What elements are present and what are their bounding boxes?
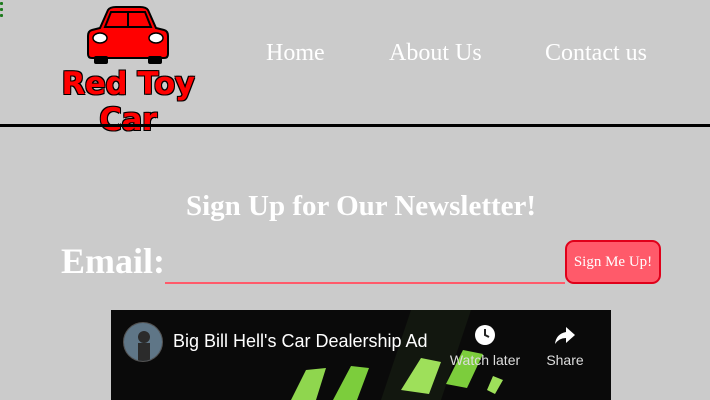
nav-contact-us[interactable]: Contact us — [545, 40, 647, 67]
email-label: Email: — [61, 241, 165, 281]
nav-about-us[interactable]: About Us — [389, 40, 482, 67]
main-nav: Home About Us Contact us — [0, 40, 710, 74]
share-icon — [555, 327, 575, 344]
video-title[interactable]: Big Bill Hell's Car Dealership Ad — [173, 331, 428, 352]
newsletter-headline: Sign Up for Our Newsletter! — [185, 190, 537, 222]
nav-home[interactable]: Home — [266, 40, 325, 67]
share-button[interactable]: Share — [541, 324, 589, 368]
email-field[interactable] — [165, 248, 565, 284]
share-label: Share — [546, 352, 584, 368]
watch-later-label: Watch later — [449, 352, 521, 368]
channel-avatar[interactable] — [123, 322, 163, 362]
video-thumbnail — [111, 310, 611, 400]
watch-later-button[interactable]: Watch later — [449, 324, 521, 368]
site-header: Red Toy Car Home About Us Contact us — [0, 0, 710, 138]
clock-icon — [475, 325, 495, 345]
header-divider — [0, 124, 710, 127]
logo-text: Red Toy Car — [61, 66, 195, 138]
video-embed[interactable]: Big Bill Hell's Car Dealership Ad Watch … — [111, 310, 611, 400]
sign-me-up-button[interactable]: Sign Me Up! — [565, 240, 661, 284]
